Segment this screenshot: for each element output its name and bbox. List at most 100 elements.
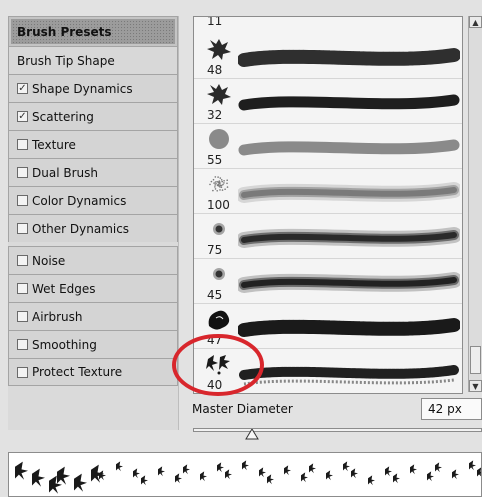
brush-size-label: 75	[207, 243, 223, 257]
preset-scrollbar[interactable]: ▲ ▼	[468, 16, 482, 392]
brush-preset-row[interactable]: 45	[194, 260, 462, 304]
scatter-leaf-brush-tip-icon	[204, 36, 234, 62]
brush-preset-row[interactable]: 55	[194, 125, 462, 169]
preview-leaf-mark	[99, 470, 106, 481]
rose-brush-tip-icon	[204, 306, 234, 332]
scroll-down-arrow-icon[interactable]: ▼	[469, 380, 482, 392]
brush-stroke-sample	[236, 174, 462, 210]
option-label: Texture	[32, 137, 76, 152]
checkbox[interactable]	[17, 339, 28, 350]
preview-leaf-mark	[217, 462, 224, 473]
brush-options-panel: Brush Presets Brush Tip Shape ✓ Shape Dynam…	[8, 16, 179, 430]
option-brush-presets[interactable]: Brush Presets	[8, 16, 178, 46]
round-soft-brush-tip-icon	[204, 261, 234, 287]
option-noise[interactable]: Noise	[8, 246, 178, 274]
master-diameter-field[interactable]: 42 px	[421, 398, 482, 420]
preview-leaf-mark	[116, 461, 123, 472]
scroll-thumb[interactable]	[470, 346, 481, 374]
option-label: Noise	[32, 253, 66, 268]
preview-leaf-mark	[259, 467, 266, 478]
preview-leaf-mark	[32, 468, 45, 487]
option-label: Wet Edges	[32, 281, 96, 296]
brush-preset-row[interactable]: 32	[194, 80, 462, 124]
round-hard-brush-tip-icon	[204, 126, 234, 152]
option-shape-dynamics[interactable]: ✓ Shape Dynamics	[8, 74, 178, 102]
preset-size-partial: 11	[207, 16, 223, 28]
option-label: Protect Texture	[32, 365, 123, 379]
round-soft-brush-tip-icon	[204, 216, 234, 242]
checkbox[interactable]: ✓	[17, 111, 28, 122]
preview-leaf-mark	[158, 466, 165, 477]
preview-leaf-mark	[242, 460, 249, 471]
preview-leaf-mark	[133, 468, 140, 479]
option-label: Smoothing	[32, 337, 97, 352]
option-brush-tip-shape[interactable]: Brush Tip Shape	[8, 46, 178, 74]
option-protect-texture[interactable]: Protect Texture	[8, 358, 178, 386]
brush-stroke-sample	[236, 219, 462, 255]
scroll-up-arrow-icon[interactable]: ▲	[469, 16, 482, 28]
preview-leaf-mark	[452, 469, 459, 480]
option-other-dynamics[interactable]: Other Dynamics	[8, 214, 178, 242]
stroke-preview	[8, 452, 482, 497]
option-smoothing[interactable]: Smoothing	[8, 330, 178, 358]
option-airbrush[interactable]: Airbrush	[8, 302, 178, 330]
brush-stroke-sample	[237, 39, 461, 75]
preview-leaf-mark	[175, 473, 182, 484]
brush-size-label: 32	[207, 108, 223, 122]
checkbox[interactable]	[17, 223, 28, 234]
brush-preset-row[interactable]: 100	[194, 170, 462, 214]
preview-leaf-mark	[427, 471, 434, 482]
preview-leaf-mark	[343, 461, 350, 472]
brush-size-label: 48	[207, 63, 223, 77]
brush-options-list: Brush Presets Brush Tip Shape ✓ Shape Dynam…	[8, 16, 178, 386]
checkbox[interactable]	[17, 311, 28, 322]
checkbox[interactable]	[17, 195, 28, 206]
option-wet-edges[interactable]: Wet Edges	[8, 274, 178, 302]
checkbox[interactable]	[17, 283, 28, 294]
option-color-dynamics[interactable]: Color Dynamics	[8, 186, 178, 214]
checkbox[interactable]	[17, 255, 28, 266]
preview-leaf-mark	[326, 470, 333, 481]
option-label: Brush Presets	[17, 24, 112, 39]
brush-preset-row[interactable]: 48	[194, 35, 462, 79]
preview-leaf-mark	[225, 469, 232, 480]
checkbox[interactable]: ✓	[17, 83, 28, 94]
brush-size-label: 100	[207, 198, 230, 212]
option-label: Color Dynamics	[32, 193, 127, 208]
master-diameter-slider[interactable]	[193, 428, 482, 432]
preview-leaf-mark	[435, 462, 442, 473]
maple-leaf-brush-tip-icon	[204, 81, 234, 107]
checkbox[interactable]	[17, 139, 28, 150]
brush-stroke-sample	[238, 129, 460, 165]
preview-leaf-mark	[284, 465, 291, 476]
preview-leaf-mark	[410, 464, 417, 475]
master-diameter-label: Master Diameter	[192, 402, 293, 416]
option-label: Dual Brush	[32, 165, 98, 180]
preview-leaf-mark	[309, 463, 316, 474]
option-texture[interactable]: Texture	[8, 130, 178, 158]
option-dual-brush[interactable]: Dual Brush	[8, 158, 178, 186]
brush-size-label: 45	[207, 288, 223, 302]
brush-stroke-sample	[236, 264, 462, 300]
preview-leaf-mark	[141, 475, 148, 486]
slider-thumb-icon[interactable]	[245, 429, 259, 440]
preview-leaf-mark	[301, 472, 308, 483]
brush-stroke-sample	[238, 354, 460, 390]
checkbox[interactable]	[17, 366, 28, 378]
option-label: Scattering	[32, 109, 94, 124]
preview-leaf-mark	[385, 466, 392, 477]
brush-stroke-sample	[238, 84, 460, 120]
preview-leaf-mark	[74, 473, 87, 492]
preview-leaf-mark	[351, 468, 358, 479]
preview-leaf-mark	[267, 474, 274, 485]
preview-leaf-mark	[200, 471, 207, 482]
option-scattering[interactable]: ✓ Scattering	[8, 102, 178, 130]
checkbox[interactable]	[17, 167, 28, 178]
brush-preset-row[interactable]: 75	[194, 215, 462, 259]
brush-stroke-sample	[237, 309, 461, 345]
brush-size-label: 55	[207, 153, 223, 167]
preview-leaf-mark	[15, 461, 28, 480]
option-label: Shape Dynamics	[32, 81, 133, 96]
highlight-circle	[172, 334, 264, 396]
preview-leaf-mark	[57, 466, 70, 485]
